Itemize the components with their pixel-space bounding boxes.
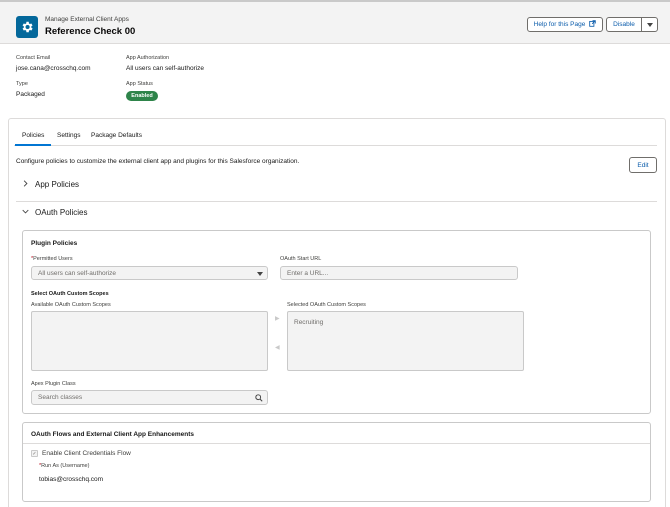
tab-package-defaults[interactable]: Package Defaults: [91, 132, 142, 139]
app-authorization-label: App Authorization: [126, 55, 170, 61]
page-header: Manage External Client Apps Reference Ch…: [0, 2, 670, 44]
page-title: Reference Check 00: [45, 26, 136, 37]
disable-button[interactable]: Disable: [606, 17, 642, 32]
tab-policies[interactable]: Policies: [22, 132, 44, 139]
run-as-value: tobias@crosschq.com: [39, 476, 104, 483]
move-right-icon[interactable]: ▶: [275, 315, 280, 322]
available-scopes-list[interactable]: [31, 311, 268, 371]
active-tab-indicator: [15, 144, 51, 146]
edit-button[interactable]: Edit: [629, 157, 657, 173]
apex-plugin-search-input[interactable]: Search classes: [31, 390, 268, 405]
tab-settings[interactable]: Settings: [57, 132, 81, 139]
scopes-title: Select OAuth Custom Scopes: [31, 291, 109, 297]
permitted-users-select[interactable]: All users can self-authorize: [31, 266, 268, 280]
more-actions-button[interactable]: [641, 17, 658, 32]
permitted-users-value: All users can self-authorize: [38, 269, 117, 277]
help-button[interactable]: Help for this Page: [527, 17, 603, 32]
card-divider: [23, 443, 650, 444]
status-badge: Enabled: [126, 91, 158, 101]
help-button-label: Help for this Page: [533, 21, 586, 28]
chevron-down-icon: [257, 272, 263, 276]
selected-scopes-label: Selected OAuth Custom Scopes: [287, 302, 366, 308]
oauth-start-url-placeholder: Enter a URL...: [287, 269, 329, 277]
client-credentials-checkbox[interactable]: ✓: [31, 450, 38, 457]
app-authorization-value: All users can self-authorize: [126, 65, 205, 72]
contact-email-label: Contact Email: [16, 55, 51, 61]
available-scopes-label: Available OAuth Custom Scopes: [31, 302, 111, 308]
gear-icon: [16, 16, 38, 38]
oauth-start-url-label: OAuth Start URL: [280, 256, 322, 262]
app-status-label: App Status: [126, 81, 153, 87]
section-divider: [16, 201, 657, 202]
selected-scopes-list[interactable]: Recruiting: [287, 311, 524, 371]
client-credentials-label: Enable Client Credentials Flow: [42, 450, 131, 457]
new-window-icon: [589, 20, 597, 29]
apex-plugin-label: Apex Plugin Class: [31, 381, 76, 387]
contact-email-value: jose.cana@crosschq.com: [16, 65, 91, 72]
permitted-users-label: *Permitted Users: [31, 256, 73, 262]
run-as-label: *Run As (Username): [39, 463, 90, 469]
policies-description: Configure policies to customize the exte…: [16, 158, 300, 165]
chevron-down-icon: [646, 22, 653, 27]
search-icon: [255, 394, 263, 404]
type-value: Packaged: [16, 91, 45, 98]
chevron-right-icon: [22, 180, 32, 189]
chevron-down-icon: [22, 208, 32, 217]
move-left-icon[interactable]: ◀: [275, 344, 280, 351]
type-label: Type: [16, 81, 28, 87]
oauth-flows-title: OAuth Flows and External Client App Enha…: [31, 431, 195, 438]
plugin-policies-title: Plugin Policies: [31, 240, 78, 247]
oauth-policies-label: OAuth Policies: [35, 208, 88, 217]
list-item[interactable]: Recruiting: [294, 319, 323, 326]
breadcrumb[interactable]: Manage External Client Apps: [45, 16, 129, 23]
oauth-policies-section-toggle[interactable]: OAuth Policies: [22, 208, 87, 217]
app-policies-section-toggle[interactable]: App Policies: [22, 180, 79, 189]
apex-plugin-placeholder: Search classes: [38, 394, 83, 401]
checkmark-icon: ✓: [32, 450, 37, 457]
oauth-start-url-input[interactable]: Enter a URL...: [280, 266, 518, 280]
tab-bar: Policies Settings Package Defaults: [14, 128, 657, 146]
app-policies-label: App Policies: [35, 180, 80, 189]
